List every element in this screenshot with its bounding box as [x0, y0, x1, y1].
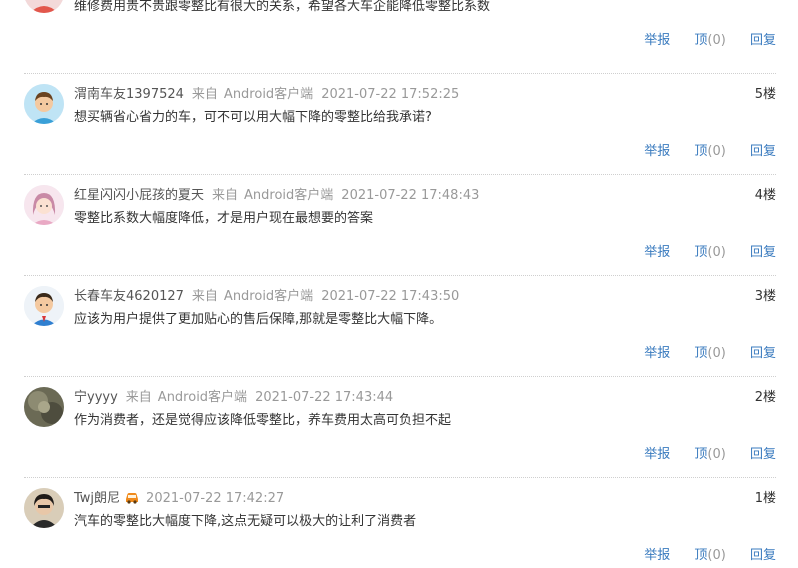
like-button[interactable]: 顶(0)	[694, 245, 725, 260]
comment-actions: 举报 顶(0) 回复	[644, 32, 776, 50]
avatar-girl-icon	[24, 185, 64, 225]
like-label: 顶	[694, 346, 708, 361]
comment-text: 汽车的零整比大幅度下降,这点无疑可以极大的让利了消费者	[74, 514, 417, 529]
floor-number: 5楼	[754, 87, 776, 102]
report-link[interactable]: 举报	[644, 245, 670, 260]
client-label: Android客户端	[223, 289, 314, 304]
avatar[interactable]	[24, 84, 64, 124]
like-label: 顶	[694, 33, 708, 48]
from-label: 来自	[191, 289, 218, 304]
like-count: (0)	[707, 548, 726, 563]
avatar[interactable]	[24, 488, 64, 528]
like-count: (0)	[707, 447, 726, 462]
comment-text: 想买辆省心省力的车，可不可以用大幅下降的零整比给我承诺?	[74, 110, 432, 125]
report-link[interactable]: 举报	[644, 548, 670, 563]
divider	[24, 275, 776, 276]
comment-meta: 宁yyyy 来自 Android客户端 2021-07-22 17:43:44	[74, 389, 393, 407]
like-button[interactable]: 顶(0)	[694, 144, 725, 159]
avatar[interactable]	[24, 185, 64, 225]
comment-text: 维修费用贵不贵跟零整比有很大的关系，希望各大车企能降低零整比系数	[74, 0, 491, 14]
like-button[interactable]: 顶(0)	[694, 33, 725, 48]
comment-text: 应该为用户提供了更加贴心的售后保障,那就是零整比大幅下降。	[74, 312, 443, 327]
comment-text: 零整比系数大幅度降低，才是用户现在最想要的答案	[74, 211, 374, 226]
report-link[interactable]: 举报	[644, 447, 670, 462]
like-count: (0)	[707, 346, 726, 361]
floor-number: 2楼	[754, 390, 776, 405]
from-label: 来自	[191, 87, 218, 102]
username-link[interactable]: 渭南车友1397524	[74, 87, 184, 102]
avatar-businessman-icon	[24, 286, 64, 326]
reply-link[interactable]: 回复	[750, 33, 776, 48]
like-label: 顶	[694, 447, 708, 462]
post-time: 2021-07-22 17:52:25	[321, 87, 460, 102]
comment-actions: 举报 顶(0) 回复	[644, 244, 776, 262]
comment-actions: 举报 顶(0) 回复	[644, 143, 776, 161]
comment-meta: 渭南车友1397524 来自 Android客户端 2021-07-22 17:52:…	[74, 86, 459, 104]
like-count: (0)	[707, 33, 726, 48]
comment-list: 维修费用贵不贵跟零整比有很大的关系，希望各大车企能降低零整比系数 举报 顶(0)…	[0, 0, 798, 568]
reply-link[interactable]: 回复	[750, 144, 776, 159]
username-link[interactable]: 长春车友4620127	[74, 289, 184, 304]
post-time: 2021-07-22 17:42:27	[146, 491, 285, 506]
report-link[interactable]: 举报	[644, 33, 670, 48]
divider	[24, 174, 776, 175]
from-label: 来自	[125, 390, 152, 405]
report-link[interactable]: 举报	[644, 346, 670, 361]
avatar-cartoon-icon	[24, 0, 64, 13]
reply-link[interactable]: 回复	[750, 548, 776, 563]
username-link[interactable]: Twj朗尼	[74, 491, 120, 506]
reply-link[interactable]: 回复	[750, 447, 776, 462]
username-link[interactable]: 宁yyyy	[74, 390, 118, 405]
divider	[24, 477, 776, 478]
like-count: (0)	[707, 245, 726, 260]
avatar-photo-icon	[24, 387, 64, 427]
comment-text: 作为消费者，还是觉得应该降低零整比，养车费用太高可负担不起	[74, 413, 452, 428]
divider	[24, 73, 776, 74]
report-link[interactable]: 举报	[644, 144, 670, 159]
like-label: 顶	[694, 548, 708, 563]
floor-number: 3楼	[754, 289, 776, 304]
comment-actions: 举报 顶(0) 回复	[644, 547, 776, 565]
avatar[interactable]	[24, 0, 64, 13]
avatar-photo-icon	[24, 488, 64, 528]
post-time: 2021-07-22 17:43:44	[255, 390, 394, 405]
avatar[interactable]	[24, 286, 64, 326]
like-label: 顶	[694, 245, 708, 260]
reply-link[interactable]: 回复	[750, 245, 776, 260]
reply-link[interactable]: 回复	[750, 346, 776, 361]
comment-actions: 举报 顶(0) 回复	[644, 446, 776, 464]
divider	[24, 376, 776, 377]
username-link[interactable]: 红星闪闪小屁孩的夏天	[74, 188, 204, 203]
client-label: Android客户端	[244, 188, 334, 203]
post-time: 2021-07-22 17:43:50	[321, 289, 460, 304]
like-label: 顶	[694, 144, 708, 159]
from-label: 来自	[212, 188, 239, 203]
floor-number: 1楼	[754, 491, 776, 506]
comment-meta: Twj朗尼 2021-07-22 17:42:27	[74, 490, 284, 508]
avatar-boy-icon	[24, 84, 64, 124]
avatar[interactable]	[24, 387, 64, 427]
like-button[interactable]: 顶(0)	[694, 447, 725, 462]
comment-meta: 红星闪闪小屁孩的夏天 来自 Android客户端 2021-07-22 17:48:4…	[74, 187, 479, 205]
floor-number: 4楼	[754, 188, 776, 203]
like-button[interactable]: 顶(0)	[694, 548, 725, 563]
post-time: 2021-07-22 17:48:43	[341, 188, 480, 203]
client-label: Android客户端	[157, 390, 248, 405]
car-owner-badge-icon	[124, 490, 140, 504]
comment-meta: 长春车友4620127 来自 Android客户端 2021-07-22 17:43:…	[74, 288, 459, 306]
comment-actions: 举报 顶(0) 回复	[644, 345, 776, 363]
like-button[interactable]: 顶(0)	[694, 346, 725, 361]
like-count: (0)	[707, 144, 726, 159]
client-label: Android客户端	[223, 87, 314, 102]
